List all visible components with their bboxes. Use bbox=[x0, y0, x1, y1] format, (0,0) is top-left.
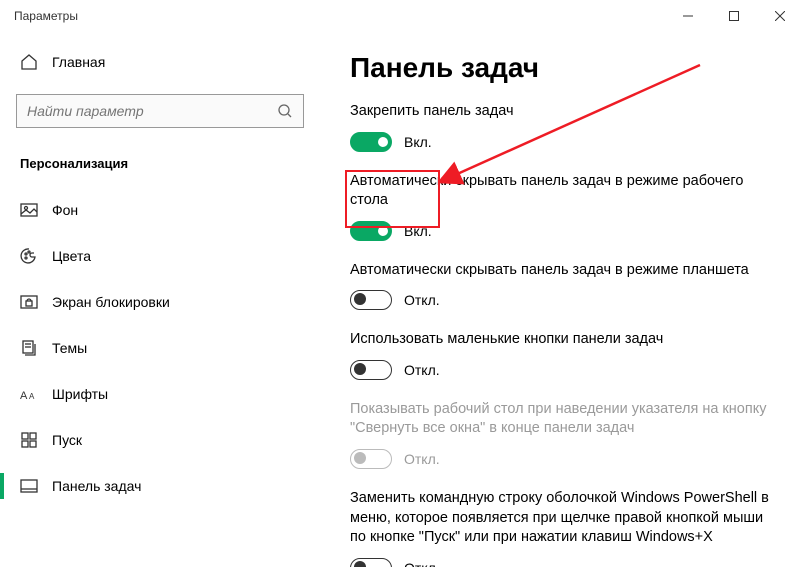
window-controls bbox=[665, 0, 803, 32]
palette-icon bbox=[20, 247, 38, 265]
sidebar-item-taskbar[interactable]: Панель задач bbox=[0, 463, 320, 509]
sidebar-item-label: Пуск bbox=[52, 432, 82, 448]
home-icon bbox=[20, 53, 38, 71]
start-icon bbox=[20, 431, 38, 449]
picture-icon bbox=[20, 201, 38, 219]
toggle-autohide-tablet[interactable] bbox=[350, 290, 392, 310]
sidebar-item-label: Панель задач bbox=[52, 478, 141, 494]
sidebar-item-colors[interactable]: Цвета bbox=[0, 233, 320, 279]
toggle-state: Вкл. bbox=[404, 134, 432, 150]
fonts-icon: AA bbox=[20, 385, 38, 403]
taskbar-icon bbox=[20, 477, 38, 495]
search-input[interactable] bbox=[27, 103, 277, 119]
setting-lock-taskbar: Закрепить панель задач Вкл. bbox=[350, 102, 773, 152]
sidebar-item-label: Цвета bbox=[52, 248, 91, 264]
setting-powershell: Заменить командную строку оболочкой Wind… bbox=[350, 489, 773, 567]
setting-label: Использовать маленькие кнопки панели зад… bbox=[350, 330, 773, 350]
setting-label: Показывать рабочий стол при наведении ук… bbox=[350, 400, 773, 439]
setting-label: Автоматически скрывать панель задач в ре… bbox=[350, 172, 773, 211]
toggle-state: Откл. bbox=[404, 362, 440, 378]
toggle-state: Вкл. bbox=[404, 223, 432, 239]
setting-small-buttons: Использовать маленькие кнопки панели зад… bbox=[350, 330, 773, 380]
toggle-small-buttons[interactable] bbox=[350, 360, 392, 380]
sidebar-item-label: Фон bbox=[52, 202, 78, 218]
window-title: Параметры bbox=[14, 9, 78, 23]
toggle-state: Откл. bbox=[404, 451, 440, 467]
sidebar-item-label: Темы bbox=[52, 340, 87, 356]
sidebar-item-fonts[interactable]: AA Шрифты bbox=[0, 371, 320, 417]
toggle-state: Откл. bbox=[404, 560, 440, 567]
page-title: Панель задач bbox=[350, 52, 773, 84]
toggle-lock-taskbar[interactable] bbox=[350, 132, 392, 152]
setting-label: Заменить командную строку оболочкой Wind… bbox=[350, 489, 773, 548]
sidebar-item-lockscreen[interactable]: Экран блокировки bbox=[0, 279, 320, 325]
setting-peek-desktop: Показывать рабочий стол при наведении ук… bbox=[350, 400, 773, 469]
titlebar[interactable]: Параметры bbox=[0, 0, 803, 32]
search-box[interactable] bbox=[16, 94, 304, 128]
sidebar-item-label: Экран блокировки bbox=[52, 294, 170, 310]
maximize-button[interactable] bbox=[711, 0, 757, 32]
sidebar-item-background[interactable]: Фон bbox=[0, 187, 320, 233]
sidebar-item-start[interactable]: Пуск bbox=[0, 417, 320, 463]
setting-autohide-tablet: Автоматически скрывать панель задач в ре… bbox=[350, 261, 773, 311]
lockscreen-icon bbox=[20, 293, 38, 311]
search-icon bbox=[277, 103, 293, 119]
sidebar: Главная Персонализация Фон Цвета bbox=[0, 32, 320, 567]
setting-label: Автоматически скрывать панель задач в ре… bbox=[350, 261, 773, 281]
sidebar-item-themes[interactable]: Темы bbox=[0, 325, 320, 371]
toggle-autohide-desktop[interactable] bbox=[350, 221, 392, 241]
minimize-button[interactable] bbox=[665, 0, 711, 32]
home-label: Главная bbox=[52, 54, 105, 70]
svg-text:A: A bbox=[29, 392, 35, 401]
category-header: Персонализация bbox=[0, 148, 320, 187]
setting-label: Закрепить панель задач bbox=[350, 102, 773, 122]
toggle-powershell[interactable] bbox=[350, 558, 392, 567]
toggle-state: Откл. bbox=[404, 292, 440, 308]
svg-text:A: A bbox=[20, 390, 28, 402]
sidebar-item-label: Шрифты bbox=[52, 386, 108, 402]
toggle-peek-desktop bbox=[350, 449, 392, 469]
home-nav[interactable]: Главная bbox=[0, 42, 320, 82]
themes-icon bbox=[20, 339, 38, 357]
close-button[interactable] bbox=[757, 0, 803, 32]
setting-autohide-desktop: Автоматически скрывать панель задач в ре… bbox=[350, 172, 773, 241]
main-content: Панель задач Закрепить панель задач Вкл.… bbox=[320, 32, 803, 567]
